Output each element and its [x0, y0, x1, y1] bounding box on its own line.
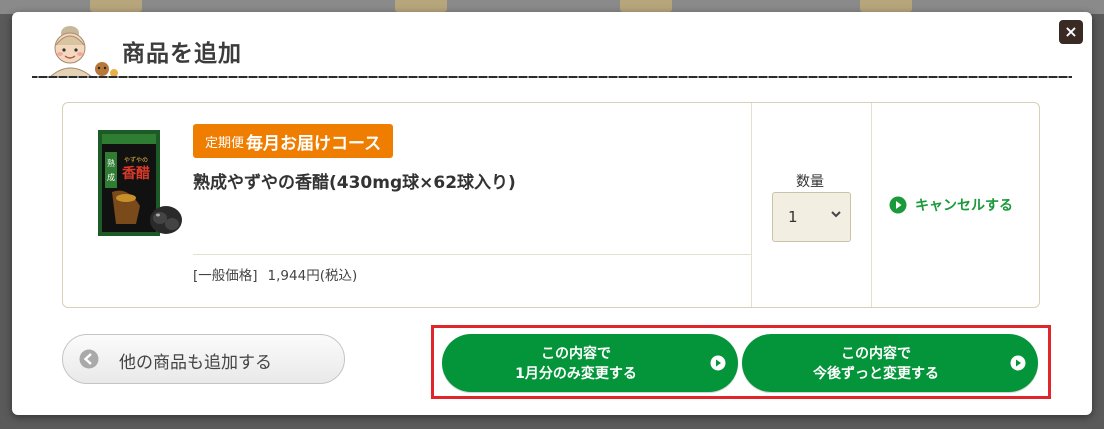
background-thumbnail [90, 0, 142, 12]
add-more-products-button[interactable]: 他の商品も追加する [62, 334, 345, 384]
close-button[interactable]: × [1059, 20, 1083, 44]
dialog-title: 商品を追加 [122, 41, 242, 67]
course-badge: 定期便 毎月お届けコース [193, 124, 394, 158]
background-thumbnail [395, 0, 447, 12]
price-label: [一般価格] [193, 268, 258, 284]
play-circle-icon [1010, 355, 1026, 371]
play-circle-icon [889, 196, 907, 214]
price-value: 1,944円(税込) [267, 268, 358, 284]
svg-text:熟: 熟 [107, 158, 115, 168]
svg-text:やずやの: やずやの [124, 156, 148, 164]
title-divider [32, 76, 1072, 78]
change-this-month-only-button[interactable]: この内容で 1月分のみ変更する [442, 334, 738, 392]
background-thumbnail [620, 0, 672, 12]
add-product-dialog: × 商品を追加 熟 成 やずやの 香醋 定期便 毎月お届けコース 熟成やずやの香… [12, 12, 1092, 415]
mascot-illustration [48, 26, 118, 78]
change-permanently-button[interactable]: この内容で 今後ずっと変更する [742, 334, 1038, 392]
button-line-1: この内容で [541, 346, 611, 362]
play-circle-icon [710, 355, 726, 371]
close-icon: × [1064, 22, 1078, 41]
info-divider [193, 254, 751, 255]
product-card: 熟 成 やずやの 香醋 定期便 毎月お届けコース 熟成やずやの香醋(430mg球… [62, 102, 1040, 308]
price-row: [一般価格] 1,944円(税込) [193, 264, 357, 284]
cancel-label: キャンセルする [915, 198, 1013, 214]
svg-text:香醋: 香醋 [121, 165, 150, 182]
quantity-select[interactable]: 1 [772, 192, 851, 242]
product-name: 熟成やずやの香醋(430mg球×62球入り) [193, 173, 516, 193]
button-line-1: この内容で [841, 346, 911, 362]
cancel-link[interactable]: キャンセルする [889, 195, 1013, 215]
arrow-left-circle-icon [79, 349, 99, 369]
button-line-2: 1月分のみ変更する [515, 366, 637, 382]
column-divider [871, 103, 872, 307]
badge-type: 定期便 [205, 135, 245, 151]
badge-course-name: 毎月お届けコース [246, 133, 382, 154]
button-line-2: 今後ずっと変更する [813, 366, 939, 382]
product-image: 熟 成 やずやの 香醋 [98, 130, 182, 236]
background-thumbnail [860, 0, 912, 12]
quantity-value: 1 [788, 208, 798, 226]
column-divider [751, 103, 752, 307]
quantity-label: 数量 [796, 174, 824, 190]
svg-text:成: 成 [107, 172, 115, 182]
chevron-down-icon [831, 211, 841, 218]
add-more-label: 他の商品も追加する [119, 353, 272, 373]
